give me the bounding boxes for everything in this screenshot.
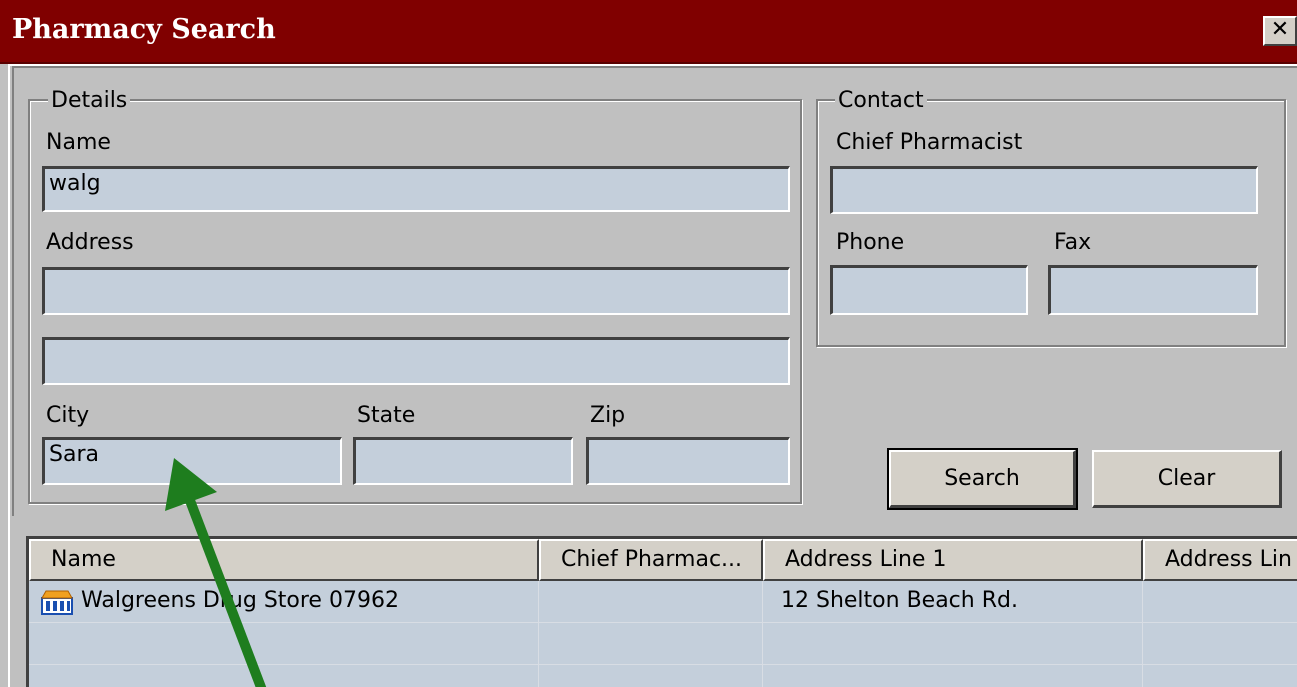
details-legend: Details xyxy=(48,88,131,113)
zip-input[interactable] xyxy=(586,437,790,485)
column-header-chief-pharmacist[interactable]: Chief Pharmac... xyxy=(539,539,763,581)
empty-cell xyxy=(29,623,539,665)
address-line1-input[interactable] xyxy=(42,267,790,315)
title-bar: Pharmacy Search ✕ xyxy=(0,0,1297,64)
phone-input[interactable] xyxy=(830,265,1028,315)
zip-label: Zip xyxy=(590,403,626,428)
fax-input[interactable] xyxy=(1048,265,1258,315)
table-row[interactable] xyxy=(29,665,1297,687)
empty-cell xyxy=(1143,623,1297,665)
search-button[interactable]: Search xyxy=(887,448,1078,510)
results-header: Name Chief Pharmac... Address Line 1 Add… xyxy=(29,539,1297,581)
city-input[interactable]: Sara xyxy=(42,437,342,485)
row-address1-cell: 12 Shelton Beach Rd. xyxy=(763,581,1143,623)
row-name-cell: Walgreens Drug Store 07962 xyxy=(29,581,539,623)
state-label: State xyxy=(357,403,416,428)
window-title: Pharmacy Search xyxy=(12,14,276,45)
phone-label: Phone xyxy=(836,230,905,255)
close-icon: ✕ xyxy=(1270,17,1290,42)
column-header-name[interactable]: Name xyxy=(29,539,539,581)
name-label: Name xyxy=(46,130,111,155)
empty-cell xyxy=(763,623,1143,665)
fax-label: Fax xyxy=(1054,230,1092,255)
column-header-address-line2[interactable]: Address Lin xyxy=(1143,539,1297,581)
chief-pharmacist-input[interactable] xyxy=(830,166,1258,214)
empty-cell xyxy=(763,665,1143,687)
store-icon xyxy=(41,590,73,615)
column-header-address-line1[interactable]: Address Line 1 xyxy=(763,539,1143,581)
row-name: Walgreens Drug Store 07962 xyxy=(81,588,399,613)
state-input[interactable] xyxy=(353,437,573,485)
empty-cell xyxy=(1143,665,1297,687)
contact-legend: Contact xyxy=(835,88,927,113)
clear-button[interactable]: Clear xyxy=(1092,450,1282,508)
empty-cell xyxy=(29,665,539,687)
address-line2-input[interactable] xyxy=(42,337,790,385)
results-list[interactable]: Name Chief Pharmac... Address Line 1 Add… xyxy=(26,536,1297,687)
row-address2-cell xyxy=(1143,581,1297,623)
city-label: City xyxy=(46,403,90,428)
chief-pharmacist-label: Chief Pharmacist xyxy=(836,130,1023,155)
table-row[interactable] xyxy=(29,623,1297,665)
table-row[interactable]: Walgreens Drug Store 07962 12 Shelton Be… xyxy=(29,581,1297,623)
address-label: Address xyxy=(46,230,134,255)
empty-cell xyxy=(539,623,763,665)
close-button[interactable]: ✕ xyxy=(1263,16,1297,46)
empty-cell xyxy=(539,665,763,687)
pharmacy-search-window: Pharmacy Search ✕ Details Name walg Addr… xyxy=(0,0,1297,687)
row-chief-pharmacist-cell xyxy=(539,581,763,623)
name-input[interactable]: walg xyxy=(42,166,790,212)
